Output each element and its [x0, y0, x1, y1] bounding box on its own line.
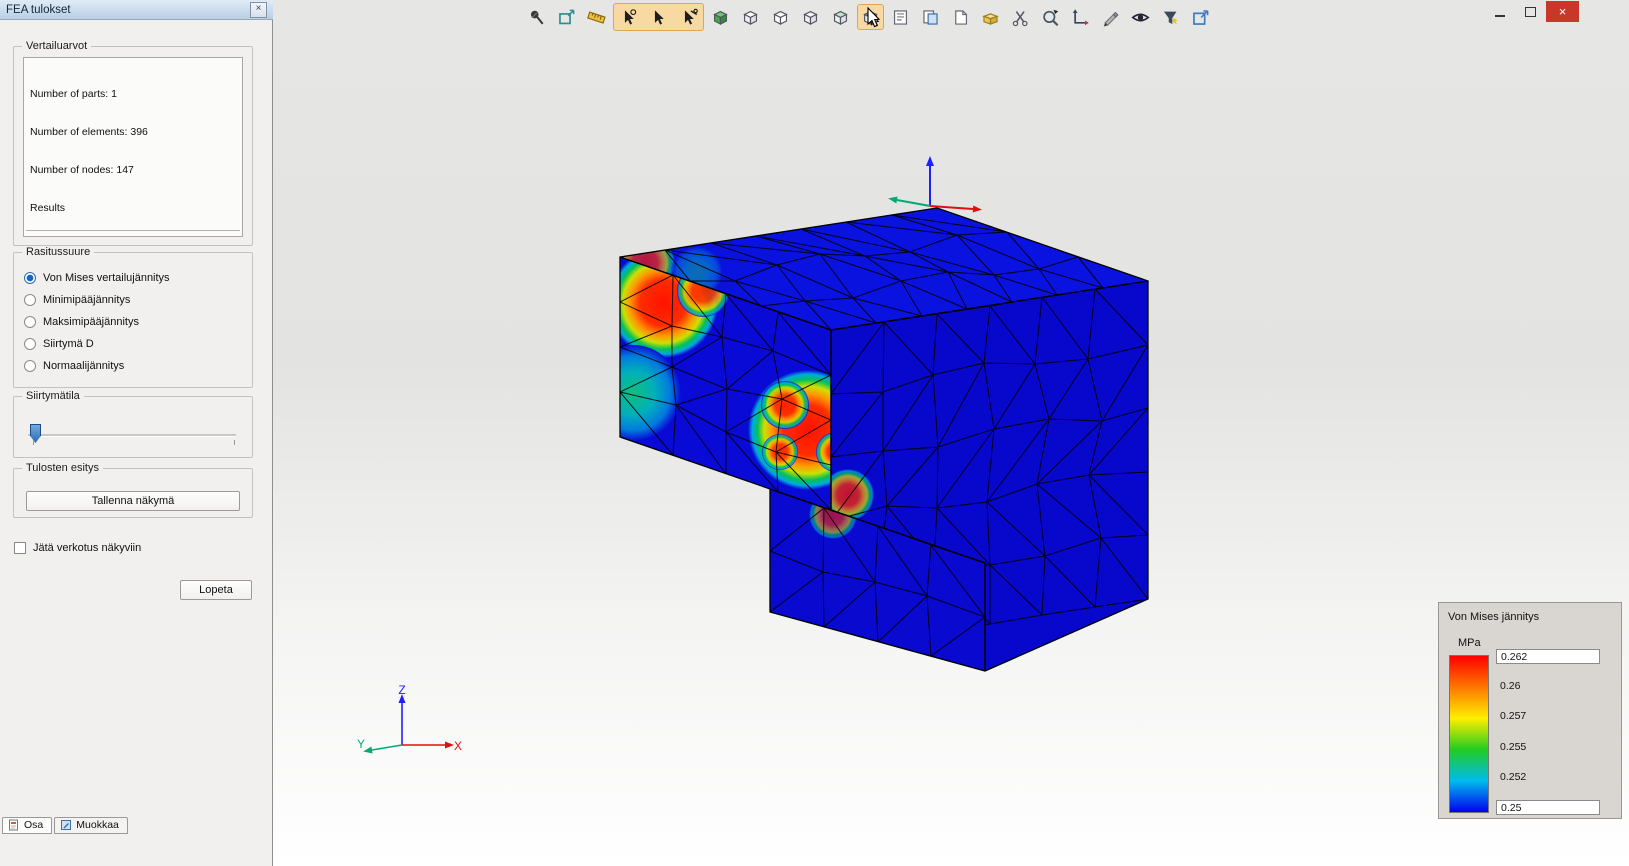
- orbit-icon[interactable]: [553, 4, 580, 30]
- zoom-select-icon[interactable]: [1037, 4, 1064, 30]
- legend-title: Von Mises jännitys: [1448, 611, 1540, 623]
- axis-label-x: X: [454, 739, 462, 753]
- drawer-icon[interactable]: [977, 4, 1004, 30]
- group-label: Tulosten esitys: [22, 462, 103, 474]
- radio-label: Normaalijännitys: [43, 360, 125, 372]
- maximize-button[interactable]: [1515, 1, 1546, 22]
- snap-tangent-icon[interactable]: [675, 4, 702, 30]
- keep-mesh-checkbox[interactable]: [14, 542, 26, 554]
- page-icon[interactable]: [947, 4, 974, 30]
- legend-value: 0.252: [1500, 770, 1527, 783]
- cube-wire-3-icon[interactable]: [797, 4, 824, 30]
- selection-mode-group: [613, 3, 704, 31]
- displacement-slider-track[interactable]: [28, 434, 236, 437]
- cut-icon[interactable]: [1007, 4, 1034, 30]
- tab-osa[interactable]: Osa: [2, 817, 53, 834]
- pencil-icon[interactable]: [1097, 4, 1124, 30]
- axis-label-z: Z: [398, 683, 405, 697]
- group-displacement-state: Siirtymätila: [13, 390, 253, 458]
- report-icon[interactable]: [887, 4, 914, 30]
- radio-label: Von Mises vertailujännitys: [43, 272, 170, 284]
- radio-min-principal[interactable]: Minimipääjännitys: [24, 293, 130, 307]
- tab-label: Muokkaa: [76, 819, 119, 831]
- group-label: Siirtymätila: [22, 390, 84, 402]
- radio-label: Minimipääjännitys: [43, 294, 131, 306]
- panel-titlebar[interactable]: FEA tulokset ×: [0, 0, 273, 20]
- document-copy-icon[interactable]: [917, 4, 944, 30]
- tab-label: Osa: [24, 819, 44, 831]
- bottom-tabs: Osa Muokkaa: [2, 817, 128, 834]
- legend-value: 0.26: [1500, 680, 1521, 693]
- filter-icon[interactable]: [1157, 4, 1184, 30]
- radio-button[interactable]: [24, 272, 36, 284]
- keep-mesh-visible-row[interactable]: Jätä verkotus näkyviin: [14, 542, 141, 554]
- fea-model-canvas[interactable]: Z X Y: [273, 0, 1629, 866]
- panel-title: FEA tulokset: [6, 3, 71, 16]
- mouse-cursor-icon: [867, 7, 881, 28]
- external-view-icon[interactable]: [1187, 4, 1214, 30]
- select-arrow-icon[interactable]: [645, 4, 672, 30]
- radio-normal-stress[interactable]: Normaalijännitys: [24, 359, 124, 373]
- legend-color-bar: [1449, 655, 1489, 813]
- application-window: FEA tulokset × Vertailuarvot Number of p…: [0, 0, 1629, 866]
- group-stress-quantity: Rasitussuure Von Mises vertailujännitys …: [13, 246, 253, 388]
- legend-value: 0.257: [1500, 710, 1527, 723]
- radio-label: Siirtymä D: [43, 338, 94, 350]
- save-view-button[interactable]: Tallenna näkymä: [26, 491, 240, 511]
- 3d-viewport[interactable]: Z X Y × Von Mises jännitys MPa 0.262 0.26 …: [273, 0, 1629, 866]
- displacement-slider-thumb[interactable]: [30, 424, 41, 443]
- radio-von-mises[interactable]: Von Mises vertailujännitys: [24, 271, 170, 285]
- part-icon: [9, 819, 18, 831]
- stat-line: Number of parts: 1: [30, 88, 117, 101]
- results-summary-text: Number of parts: 1 Number of elements: 3…: [23, 57, 243, 237]
- stat-line: Number of nodes: 147: [30, 163, 134, 176]
- legend-min-input[interactable]: 0.25: [1496, 799, 1600, 815]
- pin-icon[interactable]: [523, 4, 550, 30]
- radio-button[interactable]: [24, 316, 36, 328]
- group-label: Vertailuarvot: [22, 40, 92, 52]
- visibility-icon[interactable]: [1127, 4, 1154, 30]
- quit-button[interactable]: Lopeta: [180, 580, 252, 600]
- group-comparison-values: Vertailuarvot Number of parts: 1 Number …: [13, 40, 253, 246]
- window-controls: ×: [1484, 1, 1579, 22]
- stat-line: Number of elements: 396: [30, 125, 148, 138]
- stress-legend: Von Mises jännitys MPa 0.262 0.26 0.257 …: [1438, 602, 1622, 819]
- legend-unit: MPa: [1458, 637, 1481, 649]
- close-button[interactable]: ×: [1546, 1, 1579, 22]
- radio-button[interactable]: [24, 360, 36, 372]
- world-axis-triad: Z X Y: [357, 683, 462, 754]
- radio-button[interactable]: [24, 294, 36, 306]
- radio-button[interactable]: [24, 338, 36, 350]
- slider-tick: [33, 440, 34, 445]
- tab-muokkaa[interactable]: Muokkaa: [54, 817, 128, 834]
- snap-node-icon[interactable]: [615, 4, 642, 30]
- radio-label: Maksimipääjännitys: [43, 316, 139, 328]
- fea-results-panel: FEA tulokset × Vertailuarvot Number of p…: [0, 0, 273, 866]
- edit-icon: [61, 820, 72, 830]
- minimize-button[interactable]: [1484, 1, 1515, 22]
- axes-icon[interactable]: [1067, 4, 1094, 30]
- cube-wire-2-icon[interactable]: [767, 4, 794, 30]
- legend-value: 0.255: [1500, 740, 1527, 753]
- legend-max-input[interactable]: 0.262: [1496, 649, 1600, 664]
- cube-shaded-icon[interactable]: [827, 4, 854, 30]
- checkbox-label: Jätä verkotus näkyviin: [33, 542, 142, 554]
- radio-displacement[interactable]: Siirtymä D: [24, 337, 94, 351]
- fea-mesh-model[interactable]: [585, 207, 1149, 672]
- model-axis-triad: [888, 156, 982, 213]
- group-label: Rasitussuure: [22, 246, 95, 258]
- group-result-presentation: Tulosten esitys Tallenna näkymä: [13, 462, 253, 518]
- cube-solid-icon[interactable]: [707, 4, 734, 30]
- separator: [26, 230, 240, 231]
- ruler-icon[interactable]: [583, 4, 610, 30]
- slider-tick: [234, 440, 235, 445]
- axis-label-y: Y: [357, 737, 365, 751]
- cube-wire-1-icon[interactable]: [737, 4, 764, 30]
- radio-max-principal[interactable]: Maksimipääjännitys: [24, 315, 139, 329]
- panel-close-icon[interactable]: ×: [250, 1, 267, 18]
- stat-line: Results: [30, 201, 66, 214]
- legend-values: 0.262 0.26 0.257 0.255 0.252 0.25: [1496, 649, 1608, 815]
